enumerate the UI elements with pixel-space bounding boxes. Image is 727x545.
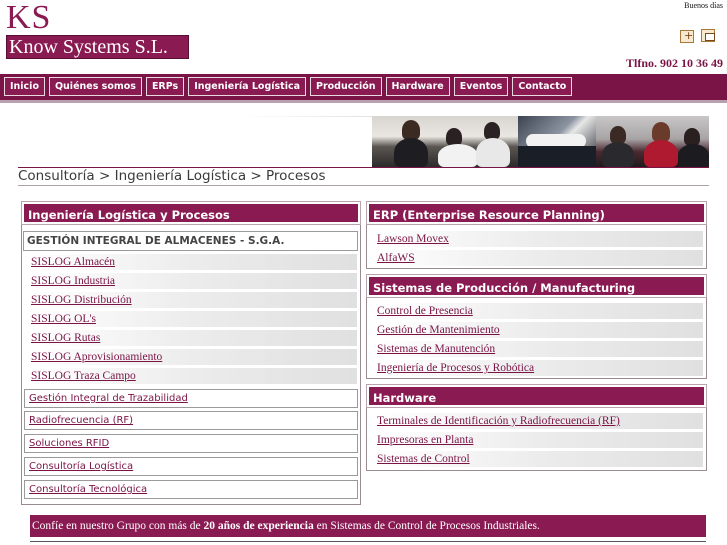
- banner-photo-meeting: [372, 116, 518, 167]
- link-sislog-aprovisionamiento[interactable]: SISLOG Aprovisionamiento: [29, 349, 357, 365]
- breadcrumb: Consultoría > Ingeniería Logística > Pro…: [18, 168, 326, 184]
- link-lawson-movex[interactable]: Lawson Movex: [375, 231, 703, 247]
- sga-section-title: GESTIÓN INTEGRAL DE ALMACENES - S.G.A.: [23, 231, 358, 251]
- banner-photo-team: [596, 116, 709, 167]
- main-nav: Inicio Quiénes somos ERPs Ingeniería Log…: [4, 77, 573, 96]
- nav-eventos[interactable]: Eventos: [453, 77, 509, 96]
- nav-inicio[interactable]: Inicio: [4, 77, 45, 96]
- link-sislog-industria[interactable]: SISLOG Industria: [29, 273, 357, 289]
- link-soluciones-rfid[interactable]: Soluciones RFID: [24, 434, 358, 453]
- breadcrumb-rule: [18, 185, 709, 186]
- experience-text-after: en Sistemas de Control de Procesos Indus…: [313, 520, 540, 532]
- link-sistemas-control[interactable]: Sistemas de Control: [375, 451, 703, 467]
- experience-text-before: Confíe en nuestro Grupo con más de: [32, 520, 204, 532]
- main-nav-bar: Inicio Quiénes somos ERPs Ingeniería Log…: [0, 74, 727, 103]
- nav-contacto[interactable]: Contacto: [512, 77, 573, 96]
- production-panel-title: Sistemas de Producción / Manufacturing: [366, 274, 707, 298]
- link-sislog-rutas[interactable]: SISLOG Rutas: [29, 330, 357, 346]
- experience-highlight: 20 años de experiencia: [203, 520, 314, 532]
- link-impresoras-planta[interactable]: Impresoras en Planta: [375, 432, 703, 448]
- add-favorite-icon[interactable]: [680, 29, 694, 43]
- experience-banner: Confíe en nuestro Grupo con más de 20 añ…: [30, 515, 706, 537]
- link-ingenieria-procesos[interactable]: Ingeniería de Procesos y Robótica: [375, 360, 703, 376]
- nav-hardware[interactable]: Hardware: [385, 77, 450, 96]
- contact-icon[interactable]: [701, 29, 715, 42]
- erp-panel-title: ERP (Enterprise Resource Planning): [366, 201, 707, 225]
- nav-ingenieria-logistica[interactable]: Ingeniería Logística: [188, 77, 306, 96]
- link-sislog-almacen[interactable]: SISLOG Almacén: [29, 254, 357, 270]
- link-gestion-mantenimiento[interactable]: Gestión de Mantenimiento: [375, 322, 703, 338]
- link-radiofrecuencia[interactable]: Radiofrecuencia (RF): [24, 411, 358, 430]
- banner-photo-handshake: [518, 116, 596, 167]
- greeting-text: Buenos días: [684, 1, 723, 10]
- company-logo[interactable]: Know Systems S.L.: [6, 35, 189, 59]
- link-alfaws[interactable]: AlfaWS: [375, 250, 703, 266]
- logo-letters: KS: [6, 0, 52, 36]
- link-trazabilidad[interactable]: Gestión Integral de Trazabilidad: [24, 389, 358, 408]
- link-terminales-rf[interactable]: Terminales de Identificación y Radiofrec…: [375, 413, 703, 429]
- footer-rule: [30, 541, 706, 545]
- link-sislog-traza-campo[interactable]: SISLOG Traza Campo: [29, 368, 357, 384]
- phone-number: Tlfno. 902 10 36 49: [625, 56, 723, 70]
- link-sistemas-manutencion[interactable]: Sistemas de Manutención: [375, 341, 703, 357]
- nav-produccion[interactable]: Producción: [310, 77, 382, 96]
- nav-quienes-somos[interactable]: Quiénes somos: [48, 77, 142, 96]
- link-sislog-distribucion[interactable]: SISLOG Distribución: [29, 292, 357, 308]
- link-consultoria-tecnologica[interactable]: Consultoría Tecnológica: [24, 480, 358, 499]
- hardware-panel-title: Hardware: [366, 384, 707, 408]
- link-sislog-ols[interactable]: SISLOG OL's: [29, 311, 357, 327]
- nav-erps[interactable]: ERPs: [145, 77, 185, 96]
- link-control-presencia[interactable]: Control de Presencia: [375, 303, 703, 319]
- link-consultoria-logistica[interactable]: Consultoría Logística: [24, 457, 358, 476]
- logistics-panel-title: Ingeniería Logística y Procesos: [21, 201, 361, 225]
